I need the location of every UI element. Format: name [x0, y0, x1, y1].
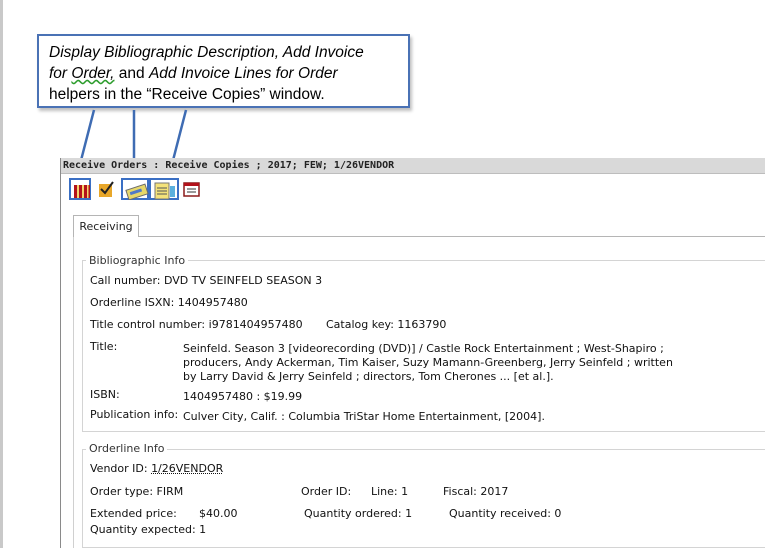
tab-panel-border — [73, 236, 74, 548]
vendor-id-link[interactable]: 1/26VENDOR — [151, 462, 223, 475]
extended-price-label: Extended price: — [90, 507, 177, 520]
receive-copies-window: Receive Orders : Receive Copies ; 2017; … — [60, 158, 765, 548]
extended-price-value: $40.00 — [199, 507, 238, 520]
tab-divider — [73, 236, 765, 237]
fiscal-year: Fiscal: 2017 — [443, 485, 509, 498]
add-invoice-lines-button[interactable] — [149, 178, 179, 200]
checklist-button[interactable] — [95, 178, 117, 200]
order-type: Order type: FIRM — [90, 485, 184, 498]
isbn-label: ISBN: — [90, 388, 120, 401]
title-line-2: producers, Andy Ackerman, Tim Kaiser, Su… — [183, 356, 673, 369]
bibliographic-info-legend: Bibliographic Info — [86, 254, 189, 268]
title-label: Title: — [90, 340, 118, 353]
order-line: Line: 1 — [371, 485, 409, 498]
orderline-info-legend: Orderline Info — [86, 442, 168, 456]
call-number: Call number: DVD TV SEINFELD SEASON 3 — [90, 274, 323, 287]
quantity-expected: Quantity expected: 1 — [90, 523, 207, 536]
isbn-value: 1404957480 : $19.99 — [183, 390, 303, 403]
title-line-1: Seinfeld. Season 3 [videorecording (DVD)… — [183, 342, 664, 355]
publication-label: Publication info: — [90, 408, 179, 421]
add-invoice-lines-icon — [154, 182, 175, 200]
bib-description-button[interactable] — [69, 178, 91, 200]
title-line-3: by Larry David & Jerry Seinfeld ; direct… — [183, 370, 554, 383]
quantity-received: Quantity received: 0 — [449, 507, 562, 520]
vendor-id-label: Vendor ID: 1/26VENDOR — [90, 462, 224, 475]
title-control-number: Title control number: i9781404957480 — [90, 318, 303, 331]
tab-receiving[interactable]: Receiving — [73, 215, 139, 237]
orderline-isxn: Orderline ISXN: 1404957480 — [90, 296, 248, 309]
order-id: Order ID: — [301, 485, 352, 498]
publication-value: Culver City, Calif. : Columbia TriStar H… — [183, 410, 545, 423]
quantity-ordered: Quantity ordered: 1 — [304, 507, 413, 520]
checklist-icon — [99, 181, 114, 197]
calendar-icon — [183, 182, 200, 197]
add-invoice-button[interactable] — [121, 178, 149, 200]
window-title: Receive Orders : Receive Copies ; 2017; … — [61, 158, 765, 174]
calendar-button[interactable] — [181, 178, 203, 200]
bib-description-icon — [74, 185, 90, 198]
catalog-key: Catalog key: 1163790 — [326, 318, 447, 331]
add-invoice-icon — [125, 183, 149, 200]
